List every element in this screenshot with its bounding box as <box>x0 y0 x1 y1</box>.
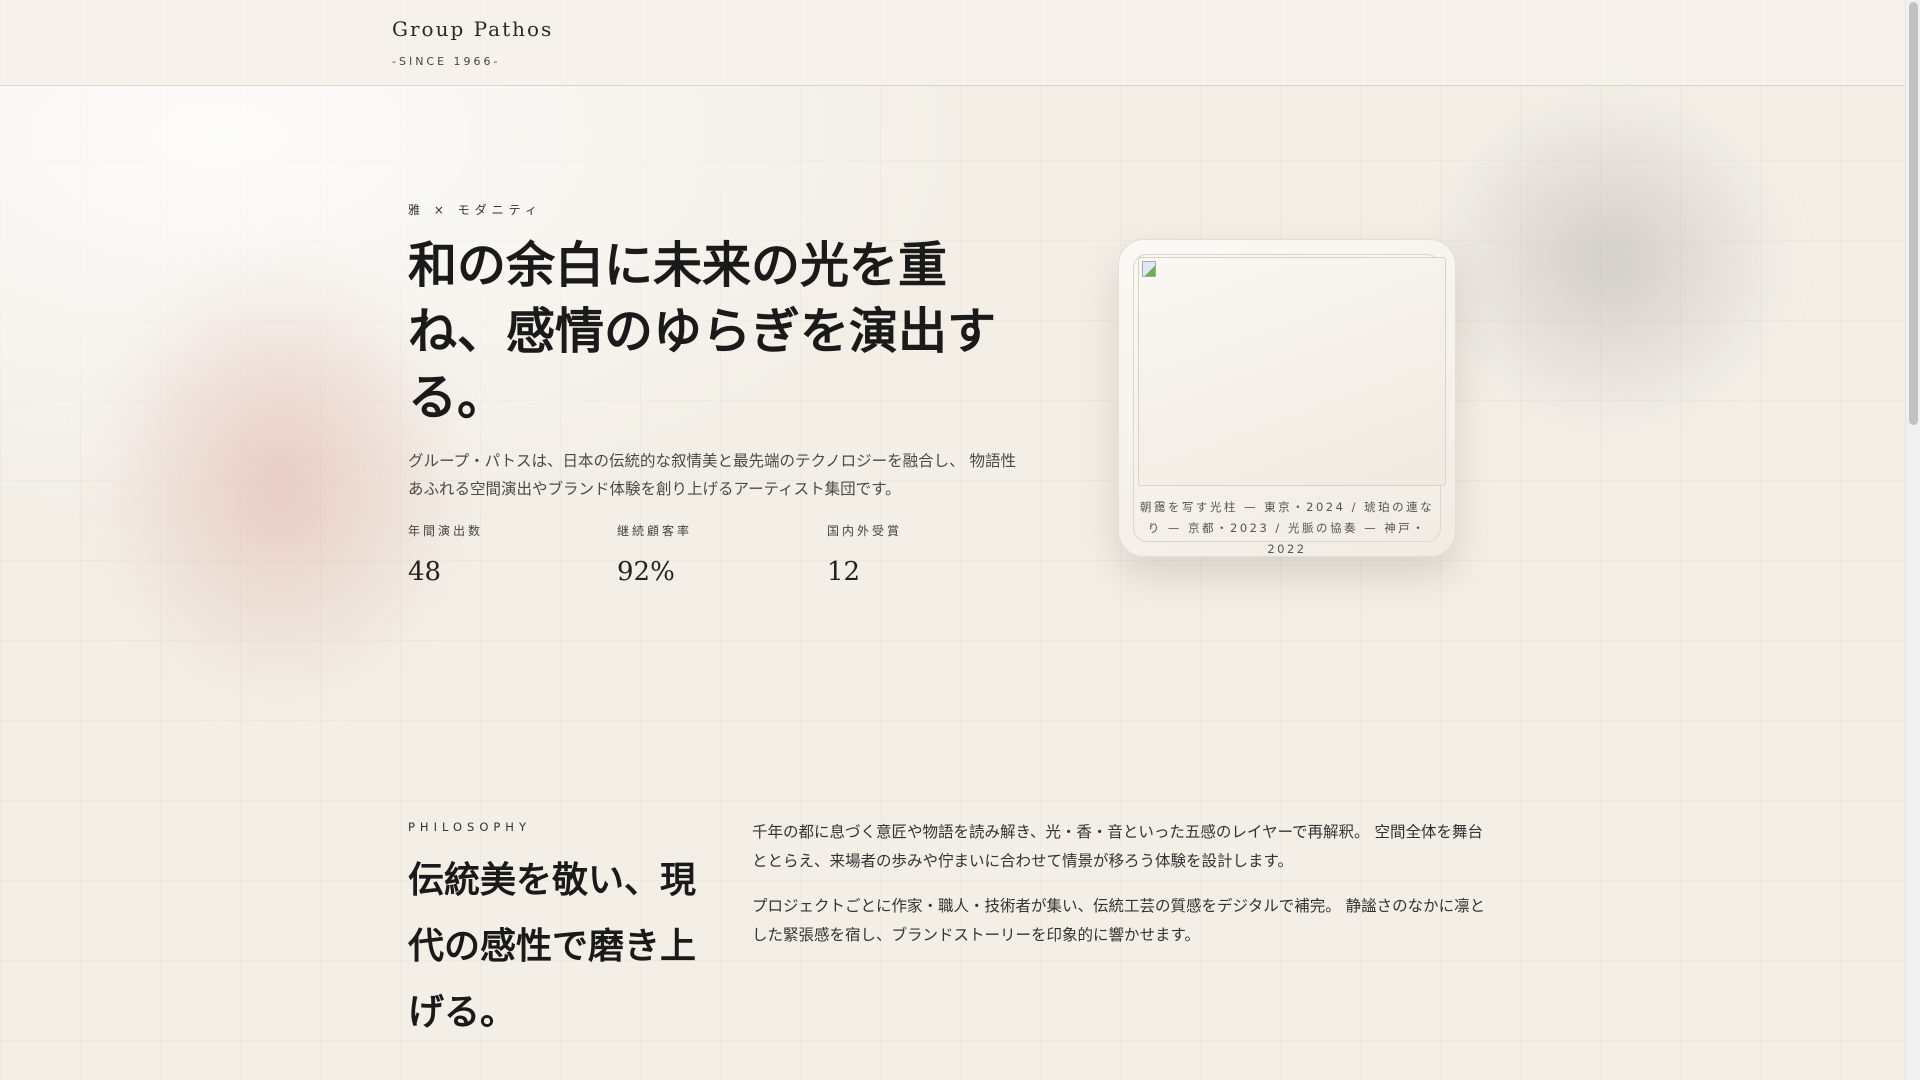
works-caption: 朝靄を写す光柱 — 東京・2024 / 琥珀の連なり — 京都・2023 / 光… <box>1139 500 1435 556</box>
works-image <box>1138 257 1446 486</box>
logo-tagline: -SINCE 1966- <box>392 55 501 68</box>
philosophy-body: 千年の都に息づく意匠や物語を読み解き、光・香・音といった五感のレイヤーで再解釈。… <box>752 818 1497 950</box>
stat-value: 92% <box>617 557 675 587</box>
philosophy-title: 伝統美を敬い、現代の感性で磨き上げる。 <box>408 860 697 1033</box>
philosophy-paragraph: プロジェクトごとに作家・職人・技術者が集い、伝統工芸の質感をデジタルで補完。 静… <box>752 897 1486 944</box>
stat-annual-productions: 年間演出数 48 <box>408 522 483 587</box>
philosophy-paragraph: 千年の都に息づく意匠や物語を読み解き、光・香・音といった五感のレイヤーで再解釈。… <box>752 823 1483 870</box>
philosophy-label: PHILOSOPHY <box>408 820 531 834</box>
stat-value: 48 <box>408 557 442 587</box>
hero-title: 和の余白に未来の光を重ね、感情のゆらぎを演出する。 <box>408 237 997 426</box>
stat-value: 12 <box>827 557 861 587</box>
stat-retention-rate: 継続顧客率 92% <box>617 522 692 587</box>
scrollbar-thumb[interactable] <box>1909 2 1918 425</box>
logo[interactable]: Group Pathos <box>392 17 553 41</box>
stat-label: 継続顧客率 <box>617 524 693 538</box>
stat-awards: 国内外受賞 12 <box>827 522 902 587</box>
page-scrollbar[interactable] <box>1905 0 1920 1080</box>
broken-image-icon <box>1142 261 1156 277</box>
decorative-gray-blob <box>1430 90 1790 430</box>
hero-eyebrow: 雅 × モダニティ <box>408 203 542 217</box>
hero-lead: グループ・パトスは、日本の伝統的な叙情美と最先端のテクノロジーを融合し、 物語性… <box>408 452 1017 498</box>
works-card: 朝靄を写す光柱 — 東京・2024 / 琥珀の連なり — 京都・2023 / 光… <box>1118 239 1456 557</box>
stat-label: 国内外受賞 <box>827 524 903 538</box>
site-header: Group Pathos -SINCE 1966- <box>0 0 1905 86</box>
stat-label: 年間演出数 <box>408 524 484 538</box>
